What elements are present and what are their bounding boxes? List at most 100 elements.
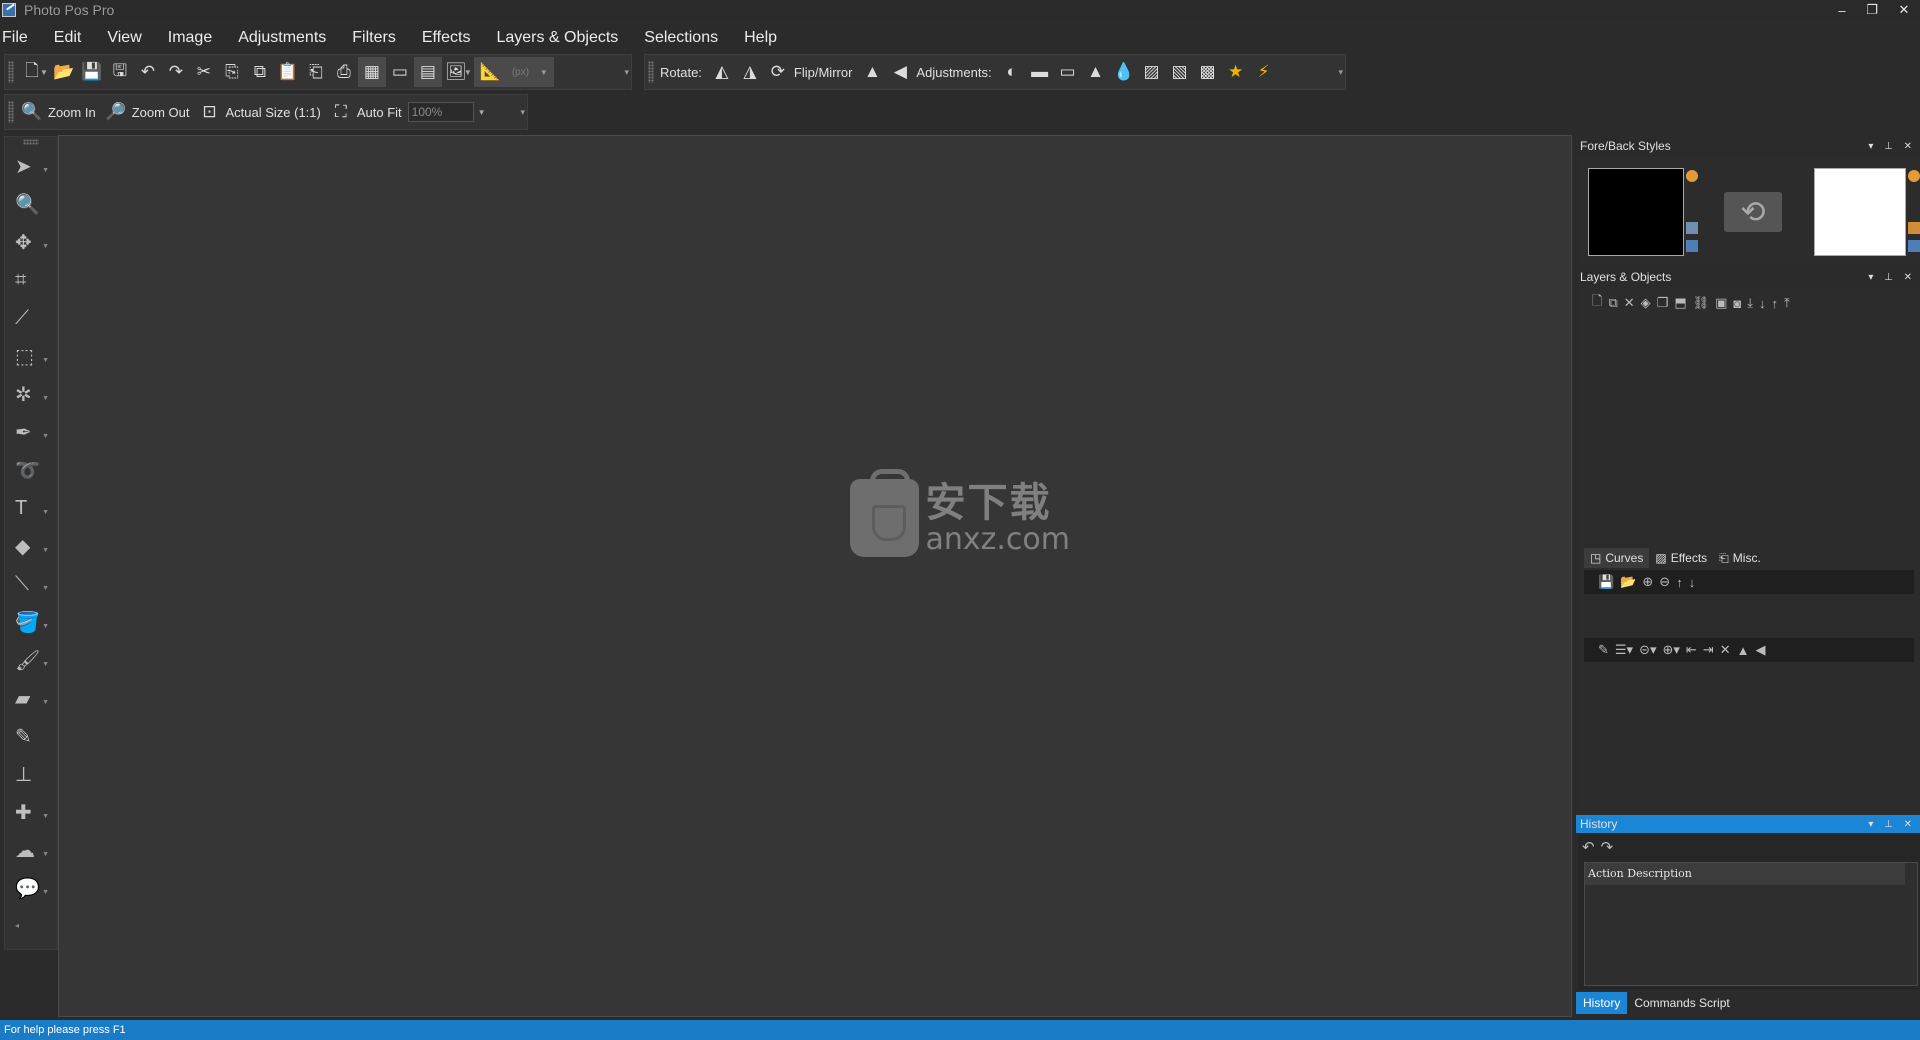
undo-icon[interactable]: ↶ <box>134 57 162 87</box>
ruler-icon[interactable]: ▭ <box>386 57 414 87</box>
menu-edit[interactable]: Edit <box>41 22 95 54</box>
menu-image[interactable]: Image <box>155 22 225 54</box>
rotate-right-icon[interactable]: ◮ <box>736 57 764 87</box>
tab-effects[interactable]: ▨ Effects <box>1649 548 1713 568</box>
back-gradient-icon[interactable] <box>1908 222 1920 234</box>
remove-object-icon[interactable]: ✕ <box>1720 642 1731 658</box>
toolbar-overflow-icon[interactable]: ▾ <box>1338 67 1343 78</box>
history-undo-icon[interactable]: ↶ <box>1582 838 1595 856</box>
curves-icon[interactable]: ▭ <box>1054 57 1082 87</box>
magic-wand-icon[interactable]: ✲ ▼ <box>9 377 53 411</box>
image-filter-icon[interactable]: ▩ <box>1194 57 1222 87</box>
save-curve-icon[interactable]: 💾 <box>1598 574 1614 590</box>
actual-size-button[interactable]: Actual Size (1:1) <box>223 105 326 120</box>
blend-icon[interactable]: ⊝▾ <box>1639 642 1656 658</box>
opacity-icon[interactable]: ⊕▾ <box>1663 642 1680 658</box>
back-texture-icon[interactable] <box>1908 240 1920 252</box>
move-bottom-icon[interactable]: ⤓ <box>1747 295 1753 311</box>
back-palette-icon[interactable] <box>1908 170 1920 182</box>
canvas-area[interactable] <box>58 135 1572 1017</box>
text-tool-icon[interactable]: T ▼ <box>9 491 53 525</box>
units-select[interactable]: 📐 (px) ▼ <box>473 57 554 87</box>
toolbar-grip[interactable] <box>648 61 654 83</box>
healing-tool-icon[interactable]: ✚ ▼ <box>9 795 53 829</box>
layer-properties-icon[interactable]: ◈ <box>1641 295 1651 311</box>
rotate-left-icon[interactable]: ◭ <box>708 57 736 87</box>
tab-commands-script[interactable]: Commands Script <box>1627 992 1736 1014</box>
select-arrow-icon[interactable]: ➤ ▼ <box>9 149 53 183</box>
minimize-button[interactable]: – <box>1828 0 1856 20</box>
image-adjust-icon[interactable]: ▨ <box>1138 57 1166 87</box>
fore-texture-icon[interactable] <box>1686 240 1698 252</box>
restore-button[interactable]: ❐ <box>1858 0 1886 20</box>
flip-object-vertical-icon[interactable]: ▲ <box>1737 643 1750 658</box>
layer-copy-icon[interactable]: ❐ <box>1657 295 1669 311</box>
toolbar-grip[interactable] <box>8 101 14 123</box>
edit-object-icon[interactable]: ✎ <box>1598 642 1609 658</box>
chevron-down-icon[interactable]: ▼ <box>40 68 48 77</box>
duplicate-layer-icon[interactable]: ⧉ <box>1608 295 1617 311</box>
remove-curve-icon[interactable]: ⊖ <box>1659 574 1670 590</box>
pen-tool-icon[interactable]: ✒ ▼ <box>9 415 53 449</box>
tab-history[interactable]: History <box>1576 992 1628 1014</box>
straighten-tool-icon[interactable]: ⟋ <box>9 301 53 335</box>
crop-tool-icon[interactable]: ⌗ <box>9 263 53 297</box>
eraser-tool-icon[interactable]: ▰ ▼ <box>9 681 53 715</box>
auto-fit-icon[interactable]: ⛶ <box>327 97 355 127</box>
move-tool-icon[interactable]: ✥ ▼ <box>9 225 53 259</box>
chevron-down-icon[interactable]: ▼ <box>478 108 486 117</box>
open-curve-icon[interactable]: 📂 <box>1620 574 1636 590</box>
history-column-header[interactable]: Action Description <box>1585 863 1905 885</box>
menu-selections[interactable]: Selections <box>631 22 731 54</box>
redo-icon[interactable]: ↷ <box>162 57 190 87</box>
zoom-out-button[interactable]: Zoom Out <box>130 105 196 120</box>
group-layer-icon[interactable]: ▣ <box>1715 295 1727 311</box>
auto-fit-button[interactable]: Auto Fit <box>355 105 408 120</box>
levels-icon[interactable]: ▬ <box>1026 57 1054 87</box>
clone-stamp-icon[interactable]: ⊥ <box>9 757 53 791</box>
tab-curves[interactable]: ◳ Curves <box>1584 548 1650 568</box>
image-balance-icon[interactable]: ▧ <box>1166 57 1194 87</box>
actual-size-icon[interactable]: ⊡ <box>195 97 223 127</box>
zoom-level-input[interactable] <box>407 102 474 122</box>
zoom-out-icon[interactable]: 🔎 <box>102 97 130 127</box>
flip-object-horizontal-icon[interactable]: ◀ <box>1756 642 1766 658</box>
rect-select-icon[interactable]: ⬚ ▼ <box>9 339 53 373</box>
zoom-tool-icon[interactable]: 🔍 <box>9 187 53 221</box>
saturation-icon[interactable]: ▲ <box>1082 57 1110 87</box>
shape-tool-icon[interactable]: ◆ ▼ <box>9 529 53 563</box>
fill-bucket-icon[interactable]: 🪣 ▼ <box>9 605 53 639</box>
close-button[interactable]: ✕ <box>1890 0 1918 20</box>
eyedropper-icon[interactable]: ✎ <box>9 719 53 753</box>
print-preview-icon[interactable]: ⎙ <box>330 57 358 87</box>
panel-controls-icon[interactable]: ▾ ⊥ ✕ <box>1868 141 1916 152</box>
lightning-icon[interactable]: ⚡ <box>1250 57 1278 87</box>
link-layer-icon[interactable]: ⛓ <box>1693 295 1710 311</box>
toolbar-grip[interactable] <box>8 61 14 83</box>
color-drop-icon[interactable]: 💧 <box>1110 57 1138 87</box>
panel-controls-icon[interactable]: ▾ ⊥ ✕ <box>1868 272 1916 283</box>
curve-down-icon[interactable]: ↓ <box>1689 575 1696 590</box>
move-up-icon[interactable]: ↑ <box>1772 296 1779 311</box>
delete-layer-icon[interactable]: ✕ <box>1624 295 1635 311</box>
import-icon[interactable]: ⇤ <box>1686 642 1697 658</box>
mask-layer-icon[interactable]: ◙ <box>1733 296 1741 311</box>
background-color-swatch[interactable] <box>1814 168 1906 256</box>
paste-new-icon[interactable]: ⎗ <box>302 57 330 87</box>
history-redo-icon[interactable]: ↷ <box>1601 838 1614 856</box>
fore-gradient-icon[interactable] <box>1686 222 1698 234</box>
menu-filters[interactable]: Filters <box>339 22 409 54</box>
foreground-color-swatch[interactable] <box>1588 168 1684 256</box>
toolbar-overflow-icon[interactable]: ▾ <box>520 107 525 118</box>
copy-merged-icon[interactable]: ⧉ <box>246 57 274 87</box>
save-as-icon[interactable]: 🖫 <box>106 57 134 87</box>
menu-file[interactable]: File <box>0 22 41 54</box>
brightness-contrast-icon[interactable]: ◐ <box>998 57 1026 87</box>
panel-controls-icon[interactable]: ▾ ⊥ ✕ <box>1868 819 1916 830</box>
speech-bubble-icon[interactable]: 💬 ▼ <box>9 871 53 905</box>
save-icon[interactable]: 💾 <box>78 57 106 87</box>
panels-layout-icon[interactable]: ▤ <box>413 57 442 87</box>
swap-colors-icon[interactable]: ⟲ <box>1724 192 1782 232</box>
paste-icon[interactable]: 📋 <box>274 57 302 87</box>
palette-scroll-icon[interactable]: ◂ <box>9 919 53 931</box>
